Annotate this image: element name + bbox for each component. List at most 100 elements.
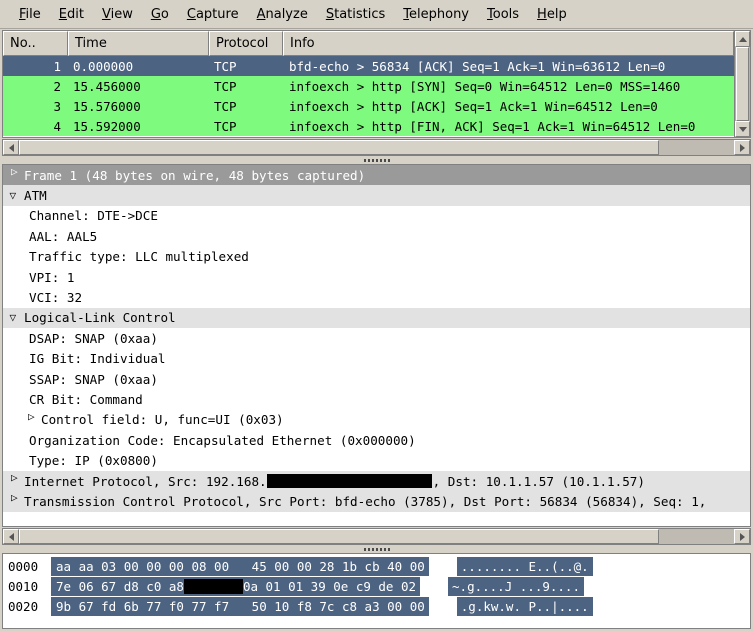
tree-row-label-post: , Dst: 10.1.1.57 (10.1.1.57) — [432, 473, 645, 489]
menu-item-tools[interactable]: Tools — [478, 5, 528, 24]
detail-horizontal-scrollbar[interactable] — [2, 528, 751, 545]
hex-offset: 0020 — [8, 598, 39, 614]
tree-row-label: AAL: AAL5 — [29, 228, 98, 244]
tree-row-label: Control field: U, func=UI (0x03) — [41, 412, 284, 428]
tree-row-llc-org-code[interactable]: Organization Code: Encapsulated Ethernet… — [3, 430, 750, 450]
tree-row-atm-vpi[interactable]: VPI: 1 — [3, 267, 750, 287]
menu-item-telephony[interactable]: Telephony — [394, 5, 478, 24]
tree-row-label: DSAP: SNAP (0xaa) — [29, 330, 158, 346]
expand-triangle-icon[interactable] — [6, 472, 23, 485]
menu-item-capture[interactable]: Capture — [178, 5, 248, 24]
hex-row[interactable]: 0020 9b 67 fd 6b 77 f0 77 f7 50 10 f8 7c… — [3, 596, 750, 616]
tree-row-atm-aal[interactable]: AAL: AAL5 — [3, 226, 750, 246]
packet-info: infoexch > http [ACK] Seq=1 Ack=1 Win=64… — [289, 98, 658, 114]
tree-row-atm-traffic-type[interactable]: Traffic type: LLC multiplexed — [3, 247, 750, 267]
packet-no: 4 — [53, 118, 61, 134]
packet-no: 3 — [53, 98, 61, 114]
packet-list-horizontal-scrollbar[interactable] — [2, 139, 751, 156]
tree-row-label: Transmission Control Protocol, Src Port:… — [24, 493, 707, 509]
packet-list-vertical-scrollbar[interactable] — [734, 30, 751, 138]
tree-row-label: ATM — [24, 188, 47, 204]
hex-bytes: 7e 06 67 d8 c0 a8 0a 01 01 39 0e c9 de 02 — [51, 576, 421, 596]
tree-row-label: Logical-Link Control — [24, 310, 176, 326]
column-header-no[interactable]: No.. — [3, 31, 68, 56]
packet-row[interactable]: 2 15.456000 TCP infoexch > http [SYN] Se… — [3, 76, 734, 96]
tree-row-label: Organization Code: Encapsulated Ethernet… — [29, 432, 416, 448]
packet-row[interactable]: 1 0.000000 TCP bfd-echo > 56834 [ACK] Se… — [3, 56, 734, 76]
column-header-info[interactable]: Info — [283, 31, 734, 56]
packet-time: 0.000000 — [73, 58, 134, 74]
column-header-time[interactable]: Time — [68, 31, 209, 56]
packet-no: 2 — [53, 78, 61, 94]
menu-item-file[interactable]: File — [10, 5, 50, 24]
packet-time: 15.456000 — [73, 78, 141, 94]
tree-row-llc-control-field[interactable]: Control field: U, func=UI (0x03) — [3, 410, 750, 430]
redaction-bar — [183, 578, 243, 594]
scroll-up-arrow-icon[interactable] — [735, 31, 750, 47]
packet-time: 15.576000 — [73, 98, 141, 114]
tree-row-tcp[interactable]: Transmission Control Protocol, Src Port:… — [3, 491, 750, 512]
packet-row[interactable]: 3 15.576000 TCP infoexch > http [ACK] Se… — [3, 96, 734, 116]
hex-bytes-left: aa aa 03 00 00 00 08 00 — [56, 558, 230, 574]
tree-row-llc-ig-bit[interactable]: IG Bit: Individual — [3, 349, 750, 369]
tree-row-llc-cr-bit[interactable]: CR Bit: Command — [3, 389, 750, 409]
menu-item-edit[interactable]: Edit — [50, 5, 93, 24]
tree-row-llc-dsap[interactable]: DSAP: SNAP (0xaa) — [3, 328, 750, 348]
packet-protocol: TCP — [214, 78, 237, 94]
hex-offset: 0000 — [8, 558, 39, 574]
scroll-left-arrow-icon[interactable] — [3, 529, 19, 544]
menu-item-analyze[interactable]: Analyze — [248, 5, 317, 24]
packet-protocol: TCP — [214, 98, 237, 114]
tree-row-frame[interactable]: Frame 1 (48 bytes on wire, 48 bytes capt… — [3, 165, 750, 186]
hex-ascii: ~.g....J ...9.... — [448, 576, 584, 596]
hex-row[interactable]: 0000 aa aa 03 00 00 00 08 00 45 00 00 28… — [3, 556, 750, 576]
horizontal-scroll-thumb[interactable] — [19, 140, 659, 155]
tree-row-label-pre: Internet Protocol, Src: 192.168. — [24, 473, 267, 489]
hex-ascii: ........ E..(..@. — [456, 556, 593, 576]
vertical-scroll-track[interactable] — [735, 47, 750, 121]
hex-row[interactable]: 0010 7e 06 67 d8 c0 a8 0a 01 01 39 0e c9 … — [3, 576, 750, 596]
tree-row-atm-vci[interactable]: VCI: 32 — [3, 287, 750, 307]
tree-row-label: VCI: 32 — [29, 290, 83, 306]
packet-protocol: TCP — [214, 118, 237, 134]
tree-row-atm[interactable]: ATM — [3, 185, 750, 206]
tree-row-atm-channel[interactable]: Channel: DTE->DCE — [3, 206, 750, 226]
menu-item-help[interactable]: Help — [528, 5, 576, 24]
expand-triangle-icon[interactable] — [23, 411, 40, 424]
tree-row-llc[interactable]: Logical-Link Control — [3, 307, 750, 329]
tree-row-llc-ssap[interactable]: SSAP: SNAP (0xaa) — [3, 369, 750, 389]
tree-row-label: VPI: 1 — [29, 269, 75, 285]
vertical-scroll-thumb[interactable] — [736, 47, 749, 121]
scroll-right-arrow-icon[interactable] — [734, 140, 750, 155]
expand-triangle-icon[interactable] — [6, 166, 23, 179]
column-header-protocol[interactable]: Protocol — [209, 31, 283, 56]
tree-row-label: CR Bit: Command — [29, 391, 143, 407]
tree-row-llc-type[interactable]: Type: IP (0x0800) — [3, 450, 750, 470]
hex-bytes-left: 9b 67 fd 6b 77 f0 77 f7 — [56, 598, 230, 614]
horizontal-scroll-track[interactable] — [19, 140, 734, 155]
scroll-down-arrow-icon[interactable] — [735, 121, 750, 137]
menu-item-statistics[interactable]: Statistics — [317, 5, 394, 24]
pane-splitter-lower[interactable] — [0, 545, 753, 553]
tree-row-internet-protocol[interactable]: Internet Protocol, Src: 192.168. , Dst: 1… — [3, 470, 750, 492]
packet-info: infoexch > http [SYN] Seq=0 Win=64512 Le… — [289, 78, 681, 94]
packet-list-rows: 1 0.000000 TCP bfd-echo > 56834 [ACK] Se… — [3, 56, 734, 137]
hex-bytes-left: 7e 06 67 d8 c0 a8 — [56, 578, 184, 594]
horizontal-scroll-track[interactable] — [19, 529, 734, 544]
packet-row[interactable]: 4 15.592000 TCP infoexch > http [FIN, AC… — [3, 116, 734, 136]
pane-splitter-upper[interactable] — [0, 156, 753, 164]
packet-list-inner: No.. Time Protocol Info 1 0.000000 TCP b… — [2, 30, 734, 138]
expand-triangle-icon[interactable] — [6, 492, 23, 505]
hex-bytes: aa aa 03 00 00 00 08 00 45 00 00 28 1b c… — [51, 556, 429, 576]
menu-item-go[interactable]: Go — [142, 5, 178, 24]
hex-bytes: 9b 67 fd 6b 77 f0 77 f7 50 10 f8 7c c8 a… — [51, 596, 429, 616]
hex-dump-pane[interactable]: 0000 aa aa 03 00 00 00 08 00 45 00 00 28… — [2, 553, 751, 629]
scroll-left-arrow-icon[interactable] — [3, 140, 19, 155]
tree-row-label: IG Bit: Individual — [29, 351, 166, 367]
wireshark-window: File Edit View Go Capture Analyze Statis… — [0, 0, 753, 631]
packet-info: infoexch > http [FIN, ACK] Seq=1 Ack=1 W… — [289, 118, 696, 134]
horizontal-scroll-thumb[interactable] — [19, 529, 659, 544]
menu-item-view[interactable]: View — [93, 5, 142, 24]
packet-time: 15.592000 — [73, 118, 141, 134]
scroll-right-arrow-icon[interactable] — [734, 529, 750, 544]
